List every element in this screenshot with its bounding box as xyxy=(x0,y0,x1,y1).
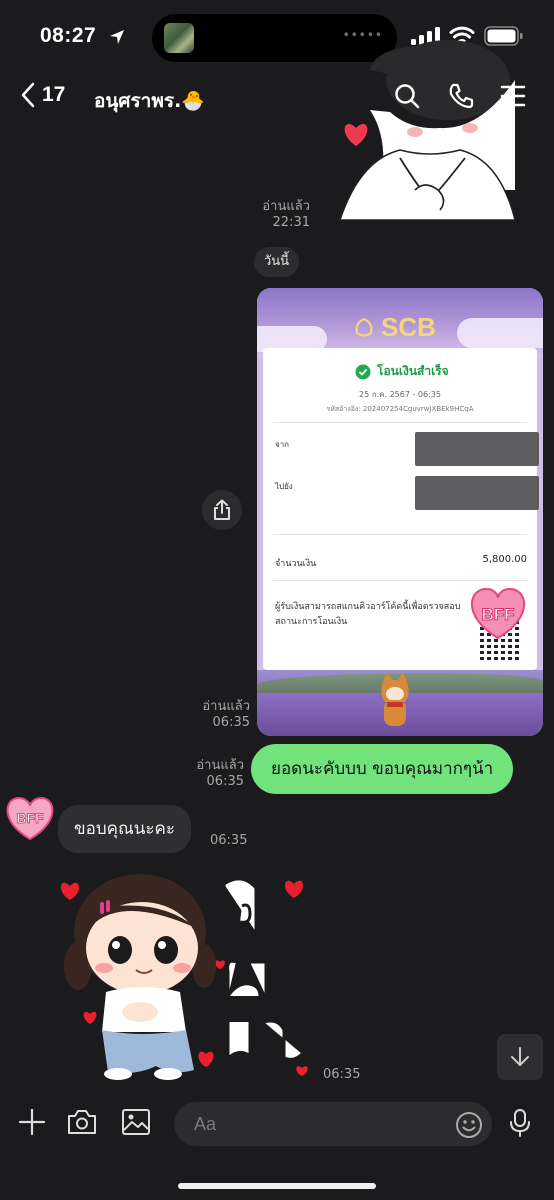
redacted-sender xyxy=(415,432,539,466)
bff-badge-text: BFF xyxy=(481,605,514,624)
bank-name: SCB xyxy=(381,312,436,342)
check-circle-icon xyxy=(355,364,371,379)
shiba-dog-icon xyxy=(381,672,409,726)
transfer-date: 25 ก.ค. 2567 - 06:35 xyxy=(359,390,441,399)
location-arrow-icon xyxy=(110,30,124,44)
home-indicator[interactable] xyxy=(178,1183,376,1189)
message-time: 06:35 xyxy=(212,715,250,730)
date-divider: วันนี้ xyxy=(254,247,300,277)
emoji-icon[interactable] xyxy=(455,1111,483,1139)
to-label: ไปยัง xyxy=(275,482,293,491)
incoming-message-bubble[interactable]: ขอบคุณนะคะ xyxy=(58,805,192,853)
camera-icon[interactable] xyxy=(67,1108,97,1136)
bff-heart-icon: BFF xyxy=(470,587,526,640)
message-input[interactable] xyxy=(174,1102,492,1146)
from-label: จาก xyxy=(275,440,290,449)
avatar[interactable]: BFF xyxy=(4,794,56,842)
slip-meta: อ่านแล้ว 06:35 xyxy=(190,699,250,731)
microphone-icon[interactable] xyxy=(508,1108,532,1138)
divider xyxy=(273,534,527,535)
sticker-caption-lettering xyxy=(222,877,304,1062)
arrow-down-icon xyxy=(511,1047,529,1066)
now-playing-thumbnail xyxy=(164,23,194,53)
message-time: 22:31 xyxy=(272,215,310,230)
unread-count: 17 xyxy=(42,83,66,106)
transfer-slip-image[interactable]: SCB โอนเงินสำเร็จ 25 ก.ค. 2567 - 06:35 ร… xyxy=(257,288,543,736)
cloud-decoration xyxy=(457,318,543,348)
verification-note: ผู้รับเงินสามารถสแกนคิวอาร์โค้ดนี้เพื่อต… xyxy=(275,602,461,627)
transfer-amount: 5,800.00 xyxy=(482,554,527,565)
transfer-status: โอนเงินสำเร็จ xyxy=(377,364,449,378)
message-time: 06:35 xyxy=(210,833,248,848)
scroll-to-bottom-button[interactable] xyxy=(497,1034,543,1080)
plus-icon[interactable] xyxy=(18,1108,46,1136)
back-button[interactable]: 17 xyxy=(20,82,65,108)
avatar-badge-text: BFF xyxy=(16,810,44,826)
share-icon xyxy=(214,499,230,520)
sticker-image[interactable] xyxy=(330,40,515,225)
chevron-left-icon xyxy=(21,82,35,108)
share-button[interactable] xyxy=(202,490,242,530)
menu-icon[interactable] xyxy=(500,82,526,110)
divider xyxy=(273,422,527,423)
read-receipt: อ่านแล้ว xyxy=(262,199,310,214)
amount-label: จำนวนเงิน xyxy=(275,559,317,569)
read-receipt: อ่านแล้ว xyxy=(202,699,250,714)
message-time: 06:35 xyxy=(323,1067,361,1082)
transfer-success: โอนเงินสำเร็จ xyxy=(355,362,449,381)
outgoing-message-bubble[interactable]: ยอดนะคับบบ ขอบคุณมากๆน้า xyxy=(251,744,514,794)
sticker-top-meta: อ่านแล้ว 22:31 xyxy=(250,199,310,231)
outgoing-text-meta: อ่านแล้ว 06:35 xyxy=(184,758,244,790)
read-receipt: อ่านแล้ว xyxy=(196,758,244,773)
scb-emblem-icon xyxy=(355,317,373,337)
chat-header: 17 อนุศราพร.🐣 xyxy=(0,76,554,122)
image-icon[interactable] xyxy=(121,1108,151,1136)
message-time: 06:35 xyxy=(206,774,244,789)
scb-logo: SCB xyxy=(353,312,436,343)
phone-icon[interactable] xyxy=(447,82,475,110)
redacted-receiver xyxy=(415,476,539,510)
search-icon[interactable] xyxy=(393,82,421,110)
status-time: 08:27 xyxy=(40,24,97,47)
contact-name[interactable]: อนุศราพร.🐣 xyxy=(94,86,205,116)
sticker-image[interactable] xyxy=(56,862,320,1088)
divider xyxy=(273,580,527,581)
transfer-reference: รหัสอ้างอิง: 202407254CguvrwJXBEk9HCqA xyxy=(326,405,474,413)
